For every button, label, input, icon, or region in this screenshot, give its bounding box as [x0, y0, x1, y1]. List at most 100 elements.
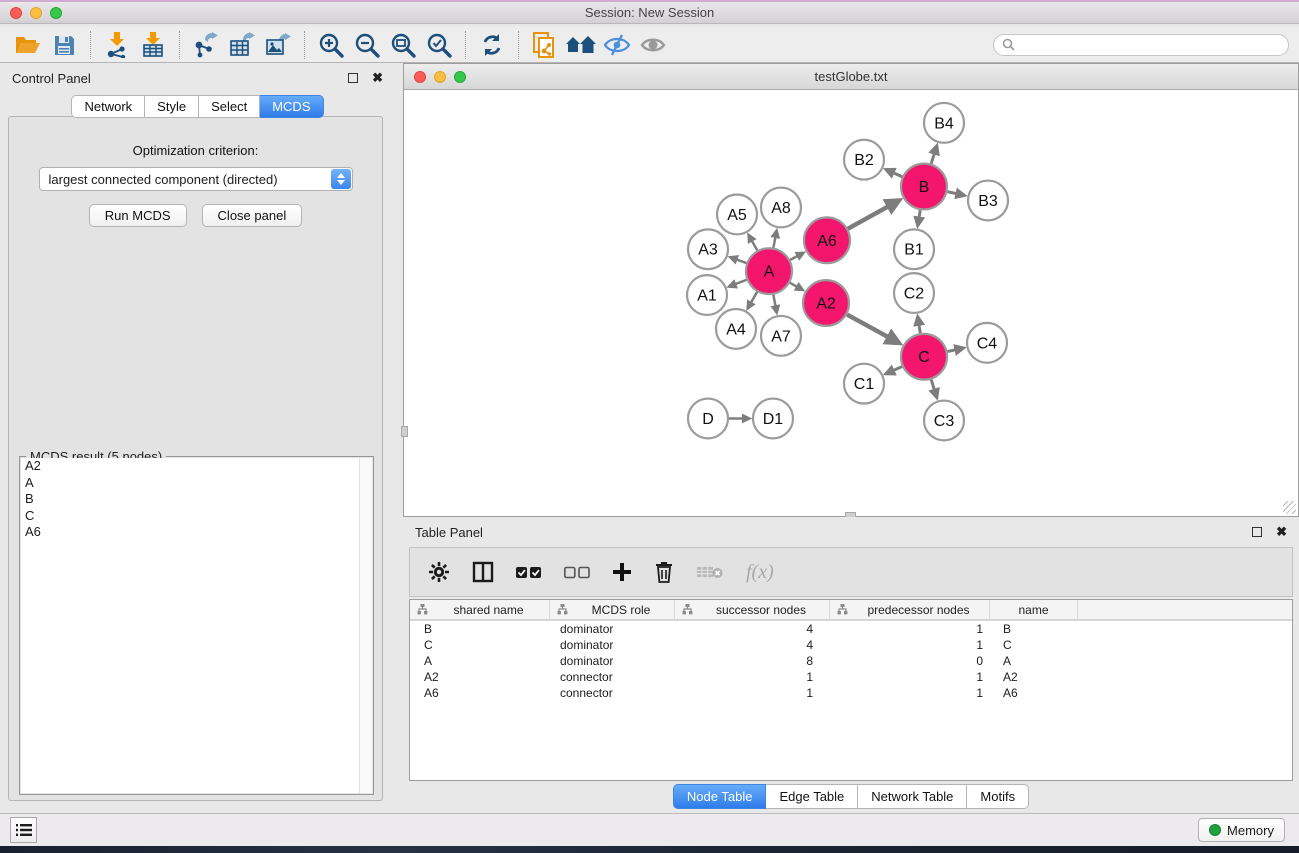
export-table-icon[interactable] [224, 29, 260, 61]
column-header-successor-nodes[interactable]: successor nodes [675, 600, 830, 619]
zoom-out-icon[interactable] [349, 29, 385, 61]
graph-node-label: C2 [904, 286, 925, 303]
graph-edge-C-C4[interactable] [947, 348, 963, 352]
table-close-icon[interactable]: ✖ [1276, 524, 1287, 540]
table-row[interactable]: Bdominator41B [410, 621, 1292, 637]
graph-edge-A-A3[interactable] [730, 257, 746, 263]
search-box[interactable] [993, 34, 1289, 56]
show-eye-icon[interactable] [635, 29, 671, 61]
graph-node-label: D1 [763, 411, 784, 428]
table-row[interactable]: A6connector11A6 [410, 685, 1292, 701]
vertical-divider-handle[interactable] [401, 426, 408, 437]
table-tab-edge-table[interactable]: Edge Table [766, 784, 858, 809]
open-folder-icon[interactable] [10, 29, 46, 61]
graph-edge-B-B3[interactable] [947, 192, 964, 196]
result-item[interactable]: A2 [21, 458, 372, 475]
graph-edge-A-A7[interactable] [773, 295, 776, 313]
network-window-titlebar[interactable]: testGlobe.txt [404, 64, 1298, 90]
cell: A6 [990, 686, 1078, 700]
graph-edge-B-B1[interactable] [918, 210, 920, 226]
resize-grip[interactable] [1283, 501, 1296, 514]
add-column-icon[interactable] [612, 562, 632, 582]
cell: 0 [830, 654, 990, 668]
optimization-criterion-select[interactable]: largest connected component (directed) [39, 167, 353, 191]
task-history-button[interactable] [10, 817, 37, 843]
table-tab-network-table[interactable]: Network Table [858, 784, 967, 809]
table-tab-node-table[interactable]: Node Table [673, 784, 767, 809]
zoom-selected-icon[interactable] [421, 29, 457, 61]
graph-edge-C-C1[interactable] [886, 367, 902, 374]
run-mcds-button[interactable]: Run MCDS [89, 204, 187, 227]
cell: 1 [675, 686, 830, 700]
result-item[interactable]: A6 [21, 524, 372, 541]
graph-edge-A2-C[interactable] [847, 315, 899, 344]
network-canvas[interactable]: B4B2BB3A8A5A6A3B1AA1C2A2A4A7C4CC1DD1C3 [405, 91, 1297, 515]
result-item[interactable]: A [21, 475, 372, 492]
table-row[interactable]: A2connector11A2 [410, 669, 1292, 685]
mcds-result-list[interactable]: A2ABCA6 [21, 458, 372, 793]
home-icon[interactable] [563, 29, 599, 61]
result-scrollbar[interactable] [359, 458, 372, 793]
gear-icon[interactable] [428, 561, 450, 583]
graph-edge-A-A4[interactable] [748, 292, 758, 309]
tab-select[interactable]: Select [199, 95, 260, 118]
delete-icon[interactable] [654, 561, 674, 583]
window-titlebar: Session: New Session [0, 0, 1299, 24]
table-float-icon[interactable] [1252, 527, 1262, 537]
zoom-fit-icon[interactable] [385, 29, 421, 61]
import-table-icon[interactable] [135, 29, 171, 61]
graph-edge-A6-B[interactable] [848, 200, 899, 228]
clone-network-icon[interactable] [527, 29, 563, 61]
function-icon[interactable]: f(x) [746, 561, 774, 584]
cell: A2 [410, 670, 550, 684]
table-toolbar: f(x) [409, 547, 1293, 597]
save-icon[interactable] [46, 29, 82, 61]
table-tab-motifs[interactable]: Motifs [967, 784, 1029, 809]
table-body: Bdominator41BCdominator41CAdominator80AA… [410, 621, 1292, 701]
column-header-predecessor-nodes[interactable]: predecessor nodes [830, 600, 990, 619]
tab-mcds[interactable]: MCDS [260, 95, 323, 118]
graph-edge-A-A1[interactable] [729, 280, 747, 287]
hide-eye-icon[interactable] [599, 29, 635, 61]
zoom-in-icon[interactable] [313, 29, 349, 61]
column-header-MCDS-role[interactable]: MCDS role [550, 600, 675, 619]
graph-edge-B-B2[interactable] [886, 169, 902, 176]
graph-node-label: C [918, 349, 930, 366]
float-panel-icon[interactable] [348, 73, 358, 83]
memory-button[interactable]: Memory [1198, 818, 1285, 842]
node-table: shared nameMCDS rolesuccessor nodesprede… [409, 599, 1293, 781]
mcds-result-group: MCDS result (5 nodes) A2ABCA6 [19, 456, 374, 795]
table-panel: Table Panel ✖ f(x) shared nameMCDS roles… [403, 517, 1299, 813]
result-item[interactable]: B [21, 491, 372, 508]
column-view-icon[interactable] [472, 561, 494, 583]
graph-edge-A-A8[interactable] [773, 230, 776, 247]
table-row[interactable]: Cdominator41C [410, 637, 1292, 653]
column-header-name[interactable]: name [990, 600, 1078, 619]
graph-edge-A-A6[interactable] [790, 253, 803, 260]
tab-style[interactable]: Style [145, 95, 199, 118]
tab-network[interactable]: Network [71, 95, 145, 118]
close-panel-icon[interactable]: ✖ [372, 70, 383, 86]
graph-edge-B-B4[interactable] [931, 146, 937, 164]
cell: C [990, 638, 1078, 652]
column-header-shared-name[interactable]: shared name [410, 600, 550, 619]
result-item[interactable]: C [21, 508, 372, 525]
graph-edge-C-C3[interactable] [931, 380, 937, 398]
window-title: Session: New Session [0, 5, 1299, 20]
table-header: shared nameMCDS rolesuccessor nodesprede… [410, 600, 1292, 621]
export-network-icon[interactable] [188, 29, 224, 61]
deselect-all-icon[interactable] [564, 566, 590, 579]
search-input[interactable] [1020, 38, 1280, 52]
graph-edge-A-A2[interactable] [790, 283, 803, 290]
graph-edge-A-A5[interactable] [749, 235, 758, 251]
graph-edge-C-C2[interactable] [918, 317, 921, 333]
delete-column-icon[interactable] [696, 564, 724, 580]
cell: dominator [550, 622, 675, 636]
select-all-icon[interactable] [516, 566, 542, 579]
close-panel-button[interactable]: Close panel [202, 204, 303, 227]
import-network-icon[interactable] [99, 29, 135, 61]
table-row[interactable]: Adominator80A [410, 653, 1292, 669]
refresh-layout-icon[interactable] [474, 29, 510, 61]
graph-node-label: B3 [978, 193, 998, 210]
export-image-icon[interactable] [260, 29, 296, 61]
